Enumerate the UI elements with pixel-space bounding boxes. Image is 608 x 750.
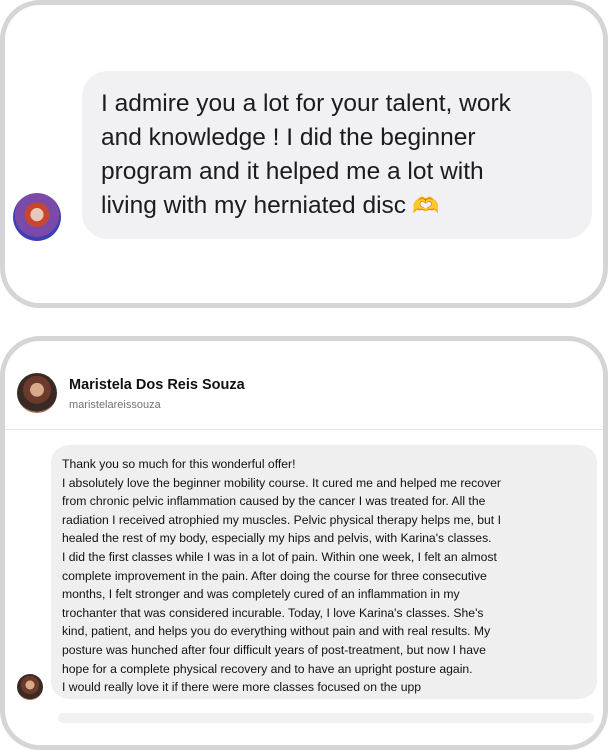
message-bubble: Thank you so much for this wonderful off… — [51, 445, 597, 699]
message-line-text: living with my herniated disc — [101, 192, 407, 219]
message-line: healed the rest of my body, especially m… — [62, 531, 492, 546]
next-message-bubble — [58, 713, 594, 723]
message-card-1: I admire you a lot for your talent, work… — [0, 0, 608, 308]
message-line: and knowledge ! I did the beginner — [101, 124, 476, 151]
message-bubble: I admire you a lot for your talent, work… — [82, 71, 592, 239]
message-line: hope for a complete physical recovery an… — [62, 661, 473, 676]
message-line: I admire you a lot for your talent, work — [101, 90, 511, 117]
message-line: kind, patient, and helps you do everythi… — [62, 624, 491, 639]
message-line: Thank you so much for this wonderful off… — [62, 457, 296, 471]
message-line: living with my herniated disc 🫶 — [101, 189, 570, 224]
message-line: months, I felt stronger and was complete… — [62, 587, 460, 602]
message-line: program and it helped me a lot with — [101, 158, 484, 185]
message-line: complete improvement in the pain. After … — [62, 568, 487, 583]
message-line: trochanter that was considered incurable… — [62, 605, 484, 620]
heart-hands-emoji-icon: 🫶 — [412, 194, 440, 219]
message-line: radiation I received atrophied my muscle… — [62, 512, 501, 527]
message-line: from chronic pelvic inflammation caused … — [62, 494, 486, 509]
profile-handle: maristelareissouza — [69, 399, 161, 411]
sender-avatar[interactable] — [13, 193, 61, 241]
sender-avatar[interactable] — [17, 674, 43, 700]
header-divider — [5, 429, 603, 430]
profile-avatar[interactable] — [17, 373, 57, 413]
message-line: I would really love it if there were mor… — [62, 680, 422, 695]
profile-name[interactable]: Maristela Dos Reis Souza — [69, 377, 245, 393]
message-line: I did the first classes while I was in a… — [62, 549, 497, 564]
message-line: posture was hunched after four difficult… — [62, 642, 486, 657]
message-line: I absolutely love the beginner mobility … — [62, 475, 501, 490]
message-card-2: Maristela Dos Reis Souza maristelareisso… — [0, 336, 608, 750]
